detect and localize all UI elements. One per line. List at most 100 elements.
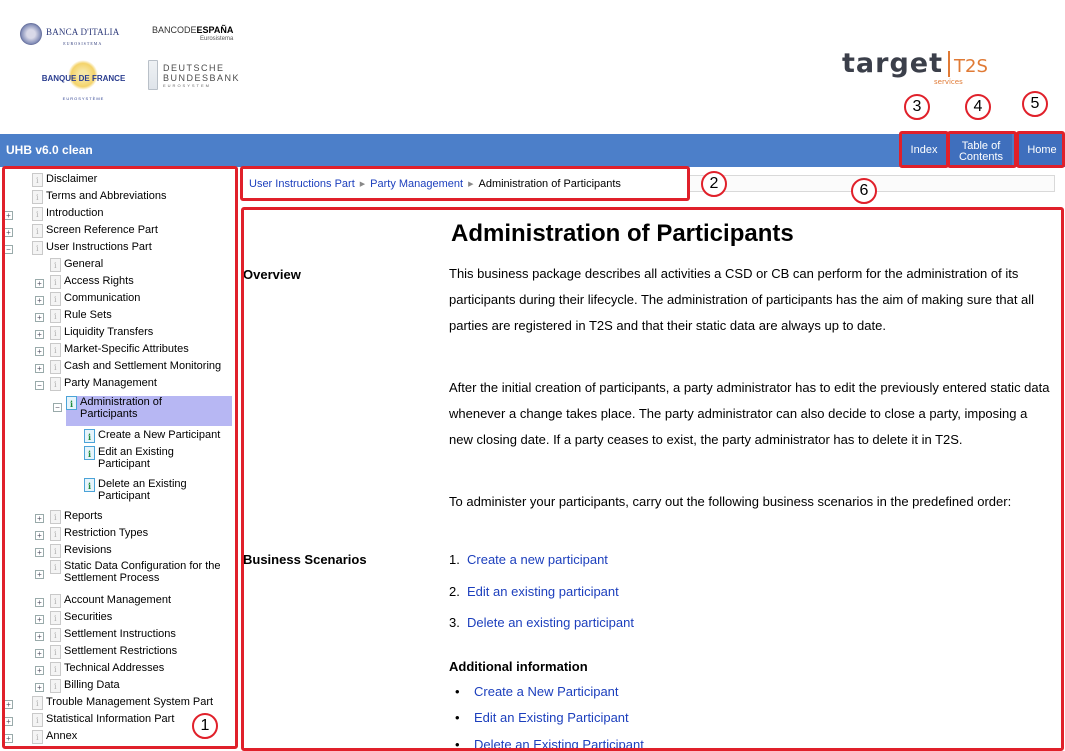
tree-item-static-data-config[interactable]: Static Data Configuration for the Settle… [50,560,240,590]
tree-item-introduction[interactable]: Introduction [32,207,103,224]
expand-icon[interactable]: + [35,666,44,675]
tree-item-label: Liquidity Transfers [64,326,154,338]
scenario-link-edit[interactable]: Edit an existing participant [467,584,619,599]
tree-item-create-participant[interactable]: Create a New Participant [84,429,220,446]
expand-icon[interactable]: + [35,632,44,641]
tree-item-settlement-instructions[interactable]: Settlement Instructions [50,628,176,645]
tree-item-account-management[interactable]: Account Management [50,594,171,611]
tree-item-label: User Instructions Part [46,241,152,253]
collapse-icon[interactable]: − [4,245,13,254]
tree-item-rule-sets[interactable]: Rule Sets [50,309,112,326]
annotation-badge-6: 6 [851,178,877,204]
collapse-icon[interactable]: − [35,381,44,390]
expand-icon[interactable]: + [35,364,44,373]
expand-icon[interactable]: + [35,330,44,339]
index-button[interactable]: Index [902,134,946,167]
expand-icon[interactable]: + [35,279,44,288]
overview-label: Overview [243,267,301,282]
home-button[interactable]: Home [1019,134,1065,167]
tree-item-trouble-management[interactable]: Trouble Management System Part [32,696,213,713]
tree-item-liquidity-transfers[interactable]: Liquidity Transfers [50,326,153,343]
tree-item-access-rights[interactable]: Access Rights [50,275,134,292]
business-scenarios-label: Business Scenarios [243,552,367,567]
tree-item-administration-of-participants[interactable]: Administration of Participants [66,396,232,426]
expand-icon[interactable]: + [35,313,44,322]
tree-item-disclaimer[interactable]: Disclaimer [32,173,97,190]
scenario-link-delete[interactable]: Delete an existing participant [467,615,634,630]
bullet-icon: • [455,737,460,751]
tree-item-label: Trouble Management System Part [46,696,214,708]
collapse-icon[interactable]: − [53,403,62,412]
expand-icon[interactable]: + [35,514,44,523]
tree-item-settlement-restrictions[interactable]: Settlement Restrictions [50,645,177,662]
sidebar-tree[interactable]: Disclaimer Terms and Abbreviations + Int… [0,167,240,751]
banca-italia-logo: BANCA D'ITALIA EUROSISTEMA [20,22,119,46]
banque-france-text: BANQUE DE FRANCE [41,74,126,83]
tree-item-market-specific[interactable]: Market-Specific Attributes [50,343,189,360]
expand-icon[interactable]: + [35,598,44,607]
overview-paragraph-2: After the initial creation of participan… [449,380,1050,447]
tree-item-statistical-information[interactable]: Statistical Information Part [32,713,174,730]
breadcrumb-link-party-management[interactable]: Party Management [370,178,463,190]
scenario-number: 2. [449,584,460,599]
tree-item-label: Administration of Participants [80,396,162,420]
bullet-icon: • [455,710,460,725]
page-icon [50,544,61,558]
expand-icon[interactable]: + [35,296,44,305]
expand-icon[interactable]: + [4,211,13,220]
breadcrumb-link-user-instructions[interactable]: User Instructions Part [249,178,355,190]
tree-item-user-instructions[interactable]: User Instructions Part [32,241,152,258]
page-icon [84,478,95,492]
tree-item-cash-settlement[interactable]: Cash and Settlement Monitoring [50,360,221,377]
expand-icon[interactable]: + [35,531,44,540]
page-icon [32,713,43,727]
expand-icon[interactable]: + [4,228,13,237]
breadcrumb-current: Administration of Participants [478,177,621,190]
expand-icon[interactable]: + [35,548,44,557]
banco-espana-logo: BANCODEESPAÑA Eurosistema [152,25,233,42]
expand-icon[interactable]: + [35,615,44,624]
expand-icon[interactable]: + [4,700,13,709]
tree-item-label: Static Data Configuration for the Settle… [64,560,221,584]
page-icon [50,275,61,289]
expand-icon[interactable]: + [35,683,44,692]
tree-item-label: Market-Specific Attributes [64,343,189,355]
page-icon [32,730,43,744]
expand-icon[interactable]: + [35,649,44,658]
expand-icon[interactable]: + [35,347,44,356]
tree-item-revisions[interactable]: Revisions [50,544,112,561]
tree-item-label: Cash and Settlement Monitoring [64,360,222,372]
tree-item-party-management[interactable]: Party Management [50,377,157,394]
tree-item-securities[interactable]: Securities [50,611,112,628]
tree-item-delete-participant[interactable]: Delete an Existing Participant [84,478,208,508]
scenario-link-create[interactable]: Create a new participant [467,552,608,567]
expand-icon[interactable]: + [35,570,44,579]
tree-item-communication[interactable]: Communication [50,292,140,309]
annotation-badge-2: 2 [701,171,727,197]
additional-link-edit[interactable]: Edit an Existing Participant [474,710,629,725]
tree-item-reports[interactable]: Reports [50,510,103,527]
tree-item-screen-reference[interactable]: Screen Reference Part [32,224,158,241]
additional-link-create[interactable]: Create a New Participant [474,684,619,699]
bundesbank-sub: EUROSYSTEM [163,82,212,88]
banco-espana-prefix: BANCODE [152,25,197,35]
tree-item-billing-data[interactable]: Billing Data [50,679,120,696]
scenario-number: 3. [449,615,460,630]
page-icon [50,679,61,693]
tree-item-label: Settlement Restrictions [64,645,178,657]
tree-item-label: Communication [64,292,141,304]
table-of-contents-button[interactable]: Table of Contents [950,134,1012,167]
page-icon [32,190,43,204]
banca-italia-seal-icon [20,23,42,45]
additional-link-delete[interactable]: Delete an Existing Participant [474,737,644,751]
tree-item-edit-participant[interactable]: Edit an Existing Participant [84,446,188,476]
tree-item-terms[interactable]: Terms and Abbreviations [32,190,166,207]
expand-icon[interactable]: + [4,717,13,726]
expand-icon[interactable]: + [4,734,13,743]
tree-item-general[interactable]: General [50,258,103,275]
tree-item-restriction-types[interactable]: Restriction Types [50,527,148,544]
annotation-badge-1: 1 [192,713,218,739]
tree-item-technical-addresses[interactable]: Technical Addresses [50,662,164,679]
tree-item-annex[interactable]: Annex [32,730,77,747]
additional-link-item: • Delete an Existing Participant [455,737,644,751]
